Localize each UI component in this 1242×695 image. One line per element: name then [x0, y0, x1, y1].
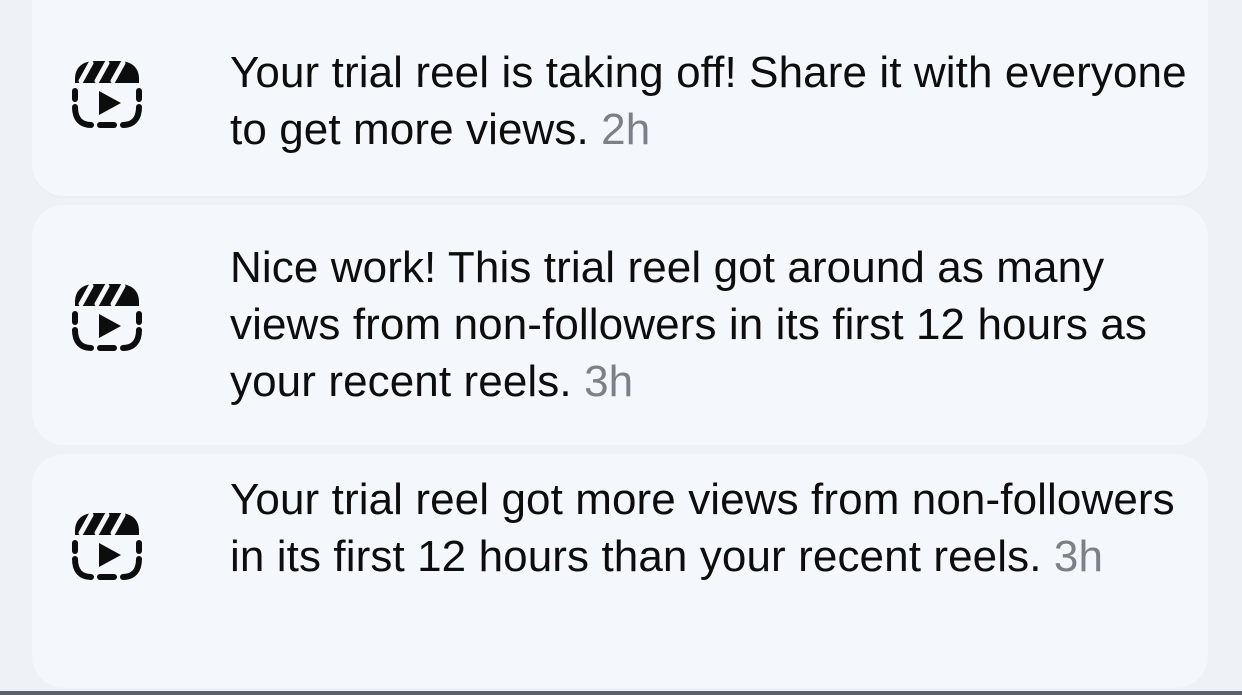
- notification-text: Nice work! This trial reel got around as…: [230, 239, 1190, 410]
- notification-item[interactable]: Your trial reel got more views from non-…: [32, 454, 1208, 688]
- notification-item[interactable]: Your trial reel is taking off! Share it …: [32, 0, 1208, 196]
- notification-text: Your trial reel got more views from non-…: [230, 471, 1190, 585]
- reels-icon: [67, 507, 147, 587]
- notification-text: Your trial reel is taking off! Share it …: [230, 44, 1190, 158]
- timestamp: 3h: [1053, 532, 1104, 581]
- reels-icon: [67, 278, 147, 358]
- notification-message: Your trial reel got more views from non-…: [230, 475, 1175, 581]
- timestamp: 2h: [601, 105, 651, 154]
- notification-message: Your trial reel is taking off! Share it …: [230, 48, 1187, 154]
- notification-message: Nice work! This trial reel got around as…: [230, 243, 1147, 406]
- reels-icon: [67, 55, 147, 135]
- bottom-divider: [0, 691, 1242, 695]
- notification-item[interactable]: Nice work! This trial reel got around as…: [32, 205, 1208, 445]
- timestamp: 3h: [584, 357, 634, 406]
